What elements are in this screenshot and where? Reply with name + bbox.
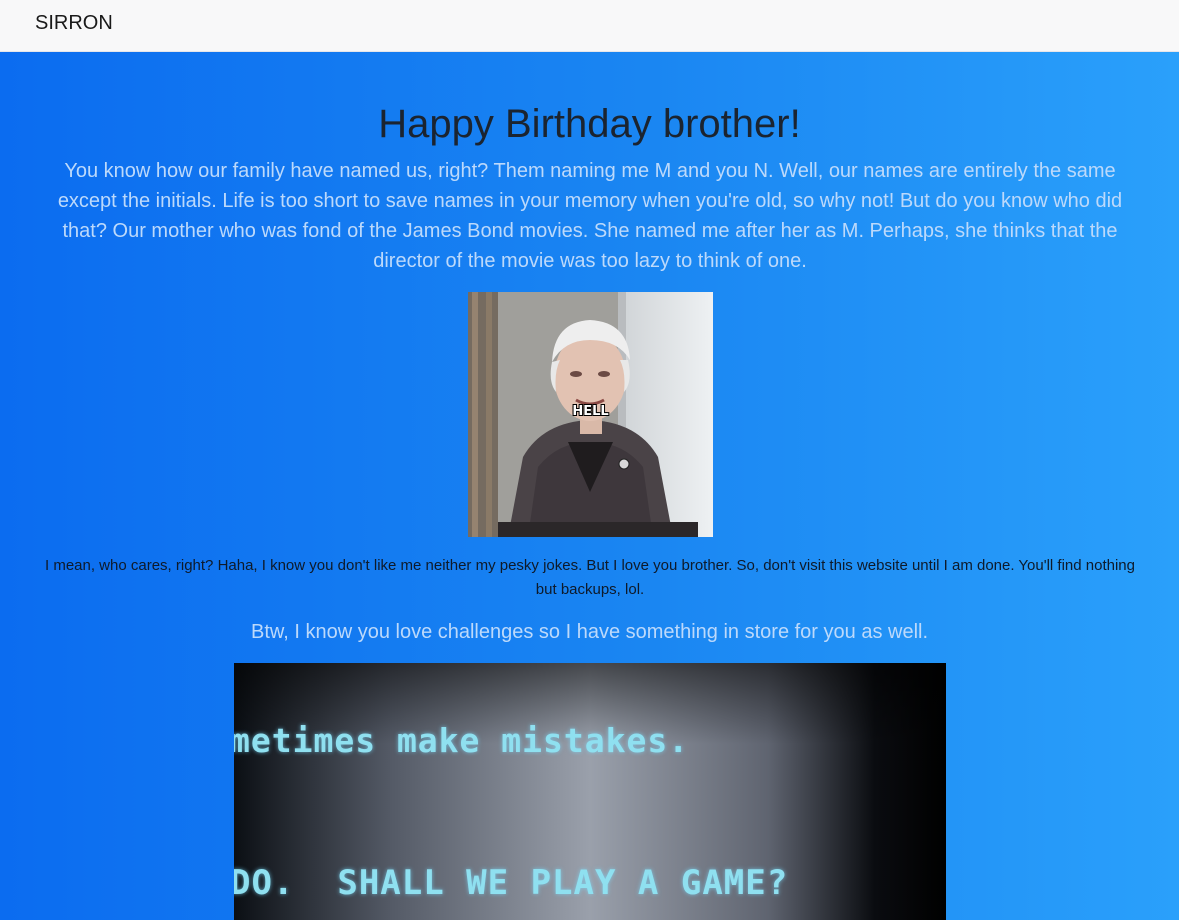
second-paragraph: I mean, who cares, right? Haha, I know y… bbox=[44, 557, 1135, 598]
main-content: Happy Birthday brother! You know how our… bbox=[0, 52, 1179, 920]
challenge-paragraph: Btw, I know you love challenges so I hav… bbox=[250, 621, 929, 643]
gif-caption: HELL bbox=[572, 404, 609, 419]
brand-link[interactable]: SIRRON bbox=[35, 12, 113, 35]
m-gif-image: HELL bbox=[468, 292, 713, 537]
terminal-line-1: metimes make mistakes. bbox=[234, 721, 690, 760]
page-title: Happy Birthday brother! bbox=[378, 102, 801, 146]
navbar: SIRRON bbox=[0, 0, 1179, 52]
intro-paragraph: You know how our family have named us, r… bbox=[57, 160, 1123, 272]
terminal-line-2: DO. SHALL WE PLAY A GAME? bbox=[234, 863, 789, 903]
terminal-gif-image: metimes make mistakes. DO. SHALL WE PLAY… bbox=[234, 663, 946, 920]
